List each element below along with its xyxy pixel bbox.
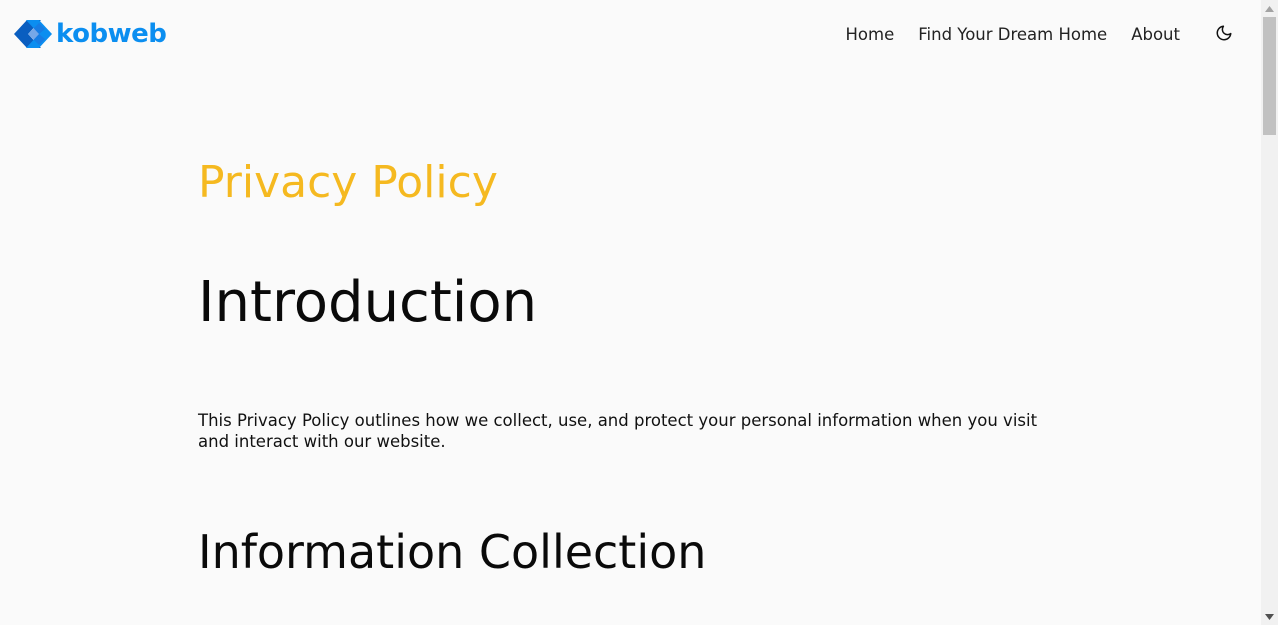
nav-link-about[interactable]: About [1131, 24, 1180, 46]
section-heading-introduction: Introduction [198, 270, 538, 335]
scroll-up-arrow-icon[interactable] [1261, 0, 1278, 17]
page-viewport: kobweb Home Find Your Dream Home About P… [0, 0, 1278, 625]
site-header: kobweb Home Find Your Dream Home About [0, 0, 1261, 70]
moon-icon [1215, 24, 1233, 46]
scrollbar-thumb[interactable] [1263, 17, 1276, 135]
main-nav: Home Find Your Dream Home About [846, 24, 1261, 46]
section-heading-information-collection: Information Collection [198, 525, 707, 579]
scroll-down-arrow-icon[interactable] [1261, 608, 1278, 625]
page-title: Privacy Policy [198, 157, 498, 208]
brand-logo-link[interactable]: kobweb [13, 17, 167, 51]
section-body-introduction: This Privacy Policy outlines how we coll… [198, 411, 1038, 451]
nav-link-home[interactable]: Home [846, 24, 895, 46]
vertical-scrollbar[interactable] [1261, 0, 1278, 625]
theme-toggle-button[interactable] [1213, 24, 1235, 46]
nav-link-find-dream-home[interactable]: Find Your Dream Home [918, 24, 1107, 46]
brand-name: kobweb [56, 19, 167, 49]
kobweb-logo-icon [13, 17, 53, 51]
